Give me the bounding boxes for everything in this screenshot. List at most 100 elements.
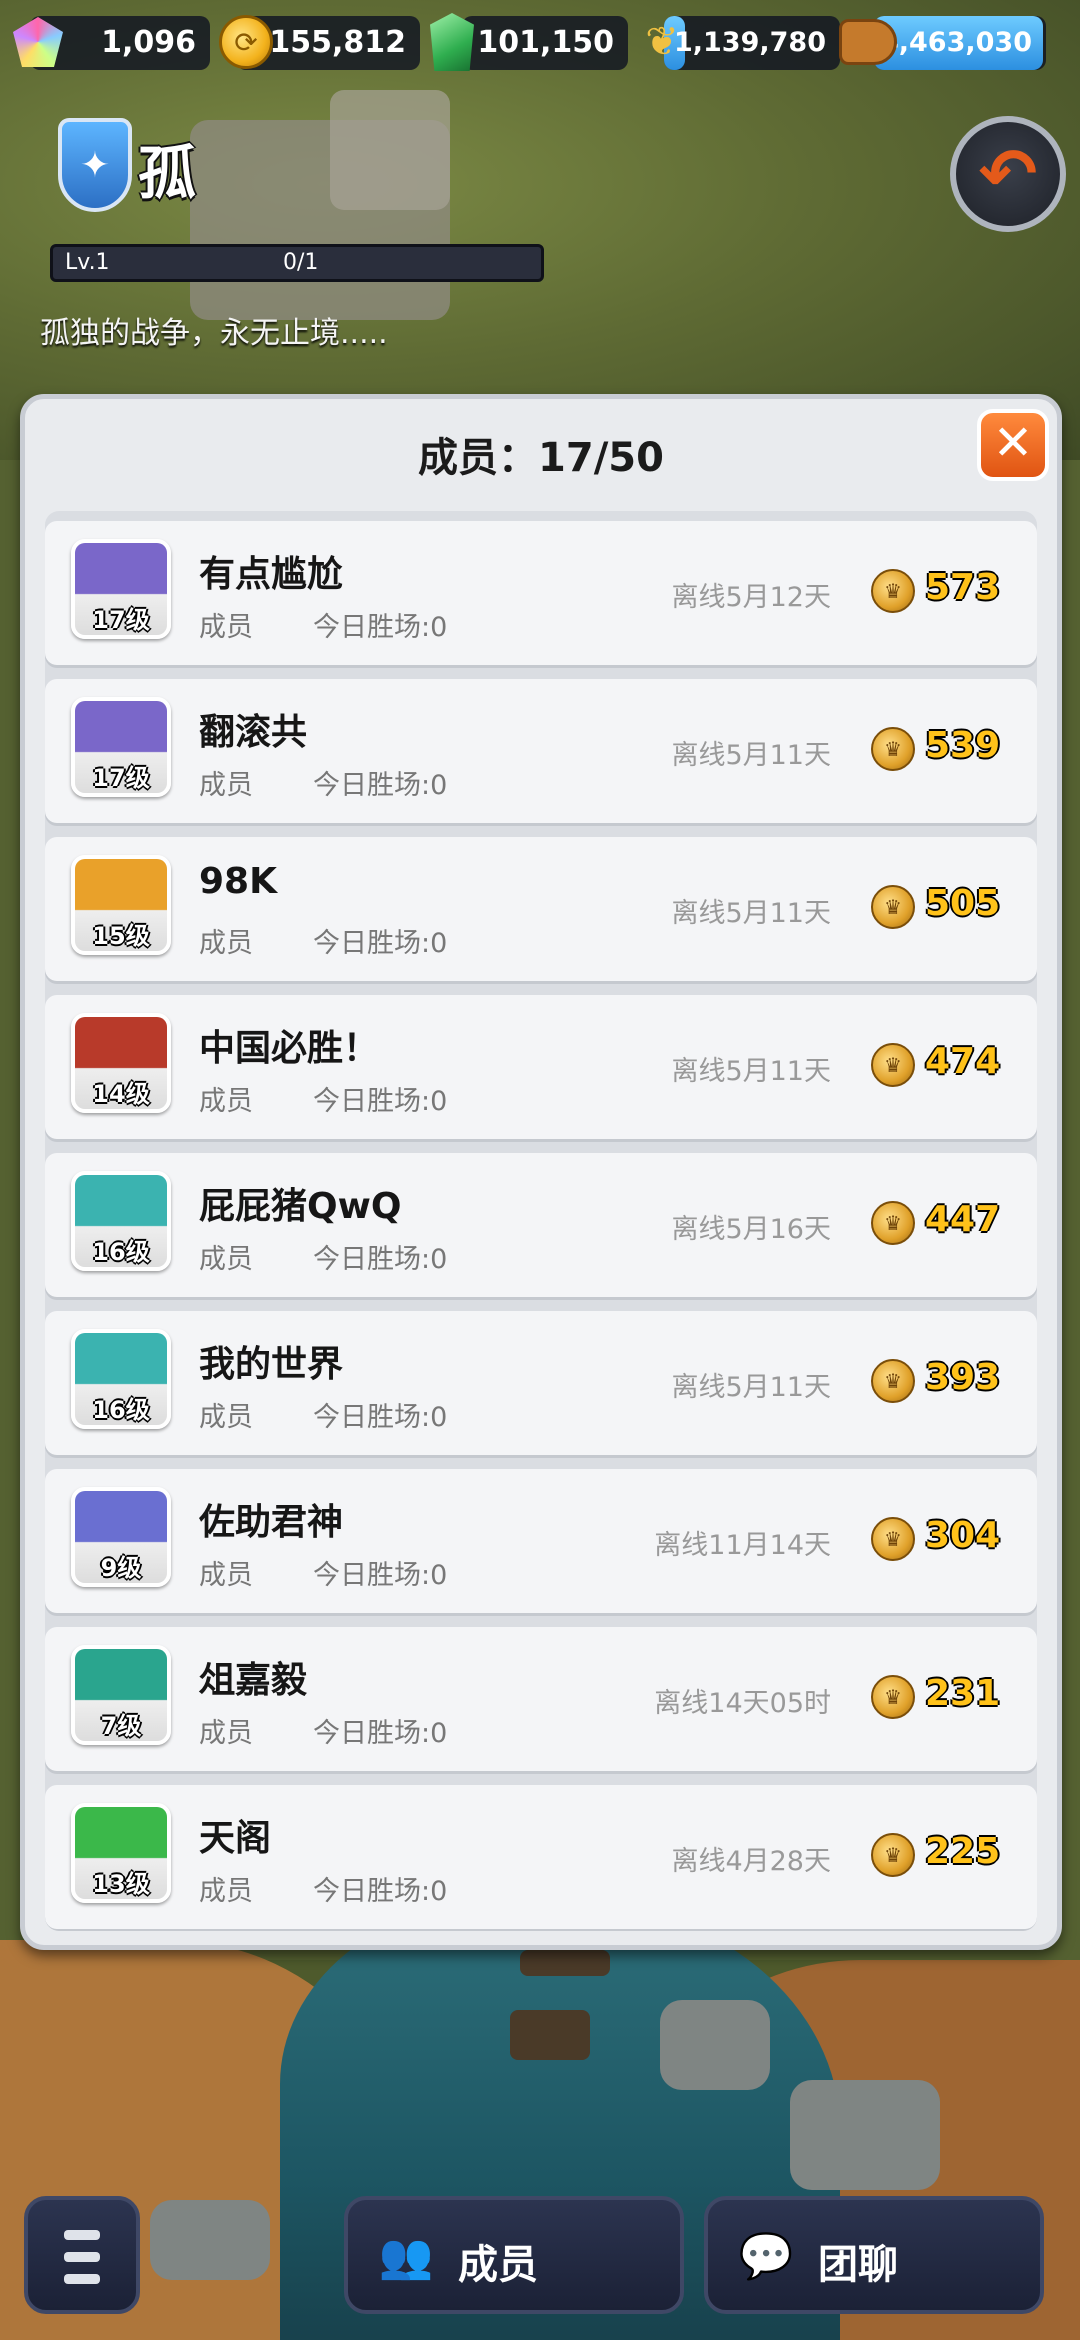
close-button[interactable]: ✕ — [977, 409, 1049, 481]
member-score: 474 — [925, 1041, 1001, 1082]
jade-icon — [420, 10, 484, 74]
member-today-wins: 今日胜场:0 — [313, 928, 448, 959]
member-offline-time: 离线11月14天 — [654, 1530, 831, 1561]
honor-medal-icon: ♛ — [871, 569, 915, 613]
back-arrow-icon: ↶ — [978, 133, 1038, 215]
member-row[interactable]: 9级 佐助君神 成员 今日胜场:0 离线11月14天 ♛ 304 — [45, 1469, 1037, 1613]
resource-bar: 1,096 1,155,812 ⟳ 101,150 1,139,780 ❦ 4,… — [0, 0, 1080, 86]
back-button[interactable]: ↶ — [950, 116, 1066, 232]
member-today-wins: 今日胜场:0 — [313, 1560, 448, 1591]
honor-medal-icon: ♛ — [871, 1517, 915, 1561]
members-tab-button[interactable]: 👥 成员 — [344, 2196, 684, 2314]
member-avatar[interactable]: 14级 — [71, 1013, 171, 1113]
member-role: 成员 — [199, 770, 253, 801]
member-score: 539 — [925, 725, 1001, 766]
member-name: 佐助君神 — [199, 1502, 344, 1543]
panel-header: 成员：17/50 ✕ — [25, 399, 1057, 503]
member-offline-time: 离线5月12天 — [671, 582, 831, 613]
guild-level: Lv.1 — [65, 250, 110, 275]
honor-medal-icon: ♛ — [871, 1833, 915, 1877]
member-avatar[interactable]: 13级 — [71, 1803, 171, 1903]
close-icon: ✕ — [992, 415, 1034, 471]
member-avatar[interactable]: 7级 — [71, 1645, 171, 1745]
member-role: 成员 — [199, 1244, 253, 1275]
member-level: 9级 — [100, 1554, 142, 1582]
honor-medal-icon: ♛ — [871, 1043, 915, 1087]
member-row[interactable]: 7级 俎嘉毅成员 今日胜场:0 离线14天05时 ♛ 231 — [45, 1627, 1037, 1771]
member-role: 成员 — [199, 1718, 253, 1749]
member-avatar[interactable]: 16级 — [71, 1329, 171, 1429]
member-level: 7级 — [100, 1712, 142, 1740]
guild-level-bar: Lv.1 0/1 — [50, 244, 544, 282]
member-offline-time: 离线4月28天 — [671, 1846, 831, 1877]
member-level: 14级 — [92, 1080, 150, 1108]
member-name: 有点尴尬 — [199, 554, 344, 595]
guild-exp: 0/1 — [283, 250, 319, 275]
honor-medal-icon: ♛ — [871, 727, 915, 771]
member-row[interactable]: 15级 98K 成员 今日胜场:0 离线5月11天 ♛ 505 — [45, 837, 1037, 981]
honor-medal-icon: ♛ — [871, 1201, 915, 1245]
honor-medal-icon: ♛ — [871, 1359, 915, 1403]
member-name: 98K — [199, 861, 277, 902]
member-row[interactable]: 16级 屁屁猪QwQ 成员 今日胜场:0 离线5月16天 ♛ 447 — [45, 1153, 1037, 1297]
member-name: 天阁 — [199, 1818, 272, 1859]
member-row[interactable]: 14级 中国必胜！ 成员 今日胜场:0 离线5月11天 ♛ 474 — [45, 995, 1037, 1139]
member-avatar[interactable]: 16级 — [71, 1171, 171, 1271]
member-today-wins: 今日胜场:0 — [313, 770, 448, 801]
member-name: 中国必胜！ — [199, 1028, 380, 1069]
member-name: 屁屁猪QwQ — [199, 1186, 402, 1227]
member-role: 成员 — [199, 1560, 253, 1591]
member-avatar[interactable]: 15级 — [71, 855, 171, 955]
panel-title: 成员：17/50 — [418, 435, 664, 481]
member-row[interactable]: 13级 天阁成员 今日胜场:0 离线4月28天 ♛ 225 — [45, 1785, 1037, 1929]
member-role: 成员 — [199, 1086, 253, 1117]
member-name: 俎嘉毅 — [199, 1660, 308, 1701]
member-offline-time: 离线14天05时 — [654, 1688, 831, 1719]
member-role: 成员 — [199, 928, 253, 959]
member-name: 翻滚共 — [199, 712, 308, 753]
guild-name: 孤 — [138, 139, 197, 207]
members-tab-label: 成员 — [458, 2242, 538, 2288]
guild-motto: 孤独的战争，永无止境..... — [40, 316, 388, 351]
member-role: 成员 — [199, 1402, 253, 1433]
member-level: 15级 — [92, 922, 150, 950]
member-row[interactable]: 17级 有点尴尬成员 今日胜场:0 离线5月12天 ♛ 573 — [45, 521, 1037, 665]
member-offline-time: 离线5月16天 — [671, 1214, 831, 1245]
member-avatar[interactable]: 9级 — [71, 1487, 171, 1587]
member-today-wins: 今日胜场:0 — [313, 1402, 448, 1433]
gem-amount: 1,096 — [101, 25, 196, 60]
member-level: 17级 — [92, 606, 150, 634]
guild-chat-button[interactable]: 💬 团聊 — [704, 2196, 1044, 2314]
member-avatar[interactable]: 17级 — [71, 697, 171, 797]
member-role: 成员 — [199, 1876, 253, 1907]
member-today-wins: 今日胜场:0 — [313, 612, 448, 643]
member-score: 573 — [925, 567, 1001, 608]
member-row[interactable]: 17级 翻滚共 成员 今日胜场:0 离线5月11天 ♛ 539 — [45, 679, 1037, 823]
member-offline-time: 离线5月11天 — [671, 1056, 831, 1087]
honor-medal-icon: ♛ — [871, 885, 915, 929]
guild-emblem-icon: ✦ — [58, 118, 132, 212]
member-level: 17级 — [92, 764, 150, 792]
menu-button[interactable] — [24, 2196, 140, 2314]
gold-coin-icon: ⟳ — [214, 10, 278, 74]
member-today-wins: 今日胜场:0 — [313, 1718, 448, 1749]
member-offline-time: 离线5月11天 — [671, 898, 831, 929]
member-score: 231 — [925, 1673, 1001, 1714]
member-avatar[interactable]: 17级 — [71, 539, 171, 639]
member-panel: 成员：17/50 ✕ 17级 有点尴尬 成员 今日胜场:0 离线5月12天 ♛ 573 17级… — [20, 394, 1062, 1950]
chat-bubble-icon: 💬 — [738, 2231, 794, 2282]
member-today-wins: 今日胜场:0 — [313, 1876, 448, 1907]
member-score: 447 — [925, 1199, 1001, 1240]
member-name: 我的世界 — [199, 1344, 344, 1385]
member-today-wins: 今日胜场:0 — [313, 1086, 448, 1117]
honor-medal-icon: ♛ — [871, 1675, 915, 1719]
jade-counter[interactable]: 101,150 — [462, 16, 628, 70]
member-level: 16级 — [92, 1396, 150, 1424]
member-list[interactable]: 17级 有点尴尬 成员 今日胜场:0 离线5月12天 ♛ 573 17级 翻滚共 成员 今日胜场:0… — [45, 511, 1037, 1931]
member-today-wins: 今日胜场:0 — [313, 1244, 448, 1275]
member-role: 成员 — [199, 612, 253, 643]
member-row[interactable]: 16级 我的世界 成员 今日胜场:0 离线5月11天 ♛ 393 — [45, 1311, 1037, 1455]
member-score: 225 — [925, 1831, 1001, 1872]
member-level: 16级 — [92, 1238, 150, 1266]
member-score: 505 — [925, 883, 1001, 924]
